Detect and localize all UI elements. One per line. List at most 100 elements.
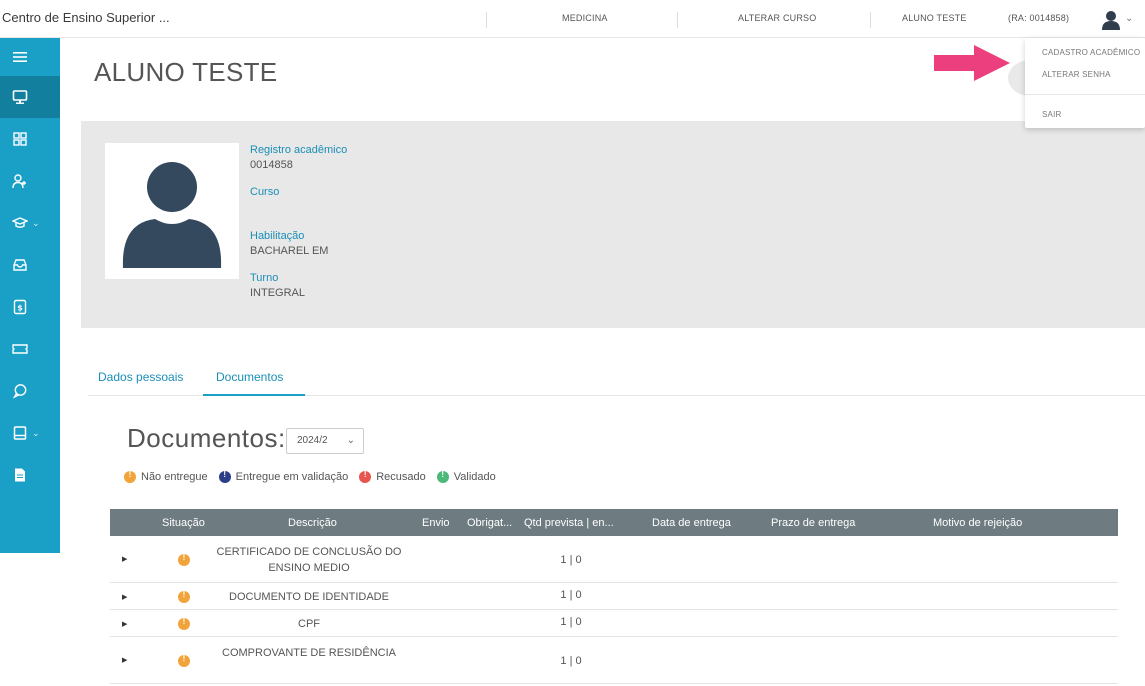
user-name: ALUNO TESTE xyxy=(902,13,967,23)
legend-label: Entregue em validação xyxy=(235,471,349,483)
book-icon xyxy=(13,426,27,440)
status-in-validation-icon xyxy=(218,470,231,483)
field-value: 0014858 xyxy=(250,159,293,171)
document-quantity: 1 | 0 xyxy=(560,616,582,628)
column-header[interactable]: Obrigat... xyxy=(467,517,512,529)
document-description: COMPROVANTE DE RESIDÊNCIA xyxy=(222,647,396,659)
column-header[interactable]: Prazo de entrega xyxy=(771,517,855,529)
chevron-down-icon: ⌄ xyxy=(32,217,40,228)
tab-dados-pessoais[interactable]: Dados pessoais xyxy=(98,370,183,384)
period-select[interactable]: 2024/2 ⌄ xyxy=(286,428,364,454)
field-curso: Curso xyxy=(250,186,279,201)
top-bar: Centro de Ensino Superior ... MEDICINA A… xyxy=(0,0,1145,38)
user-icon[interactable] xyxy=(1102,10,1120,30)
field-label: Habilitação xyxy=(250,230,305,242)
sidebar-item-library[interactable]: ⌄ xyxy=(0,412,60,454)
status-not-delivered-icon xyxy=(178,590,190,603)
sidebar-item-chat[interactable] xyxy=(0,370,60,412)
file-icon xyxy=(15,468,25,482)
change-course-link[interactable]: ALTERAR CURSO xyxy=(738,13,816,23)
expand-row-icon[interactable]: ▶ xyxy=(122,555,127,563)
menu-item-alterar-senha[interactable]: ALTERAR SENHA xyxy=(1042,70,1111,79)
chat-icon xyxy=(12,384,27,399)
table-row[interactable]: ▶ COMPROVANTE DE RESIDÊNCIA 1 | 0 xyxy=(110,637,1118,684)
document-quantity: 1 | 0 xyxy=(560,589,582,601)
sidebar-item-financial[interactable]: $ xyxy=(0,286,60,328)
column-header[interactable]: Qtd prevista | en... xyxy=(524,517,614,529)
sidebar-item-documents[interactable] xyxy=(0,454,60,496)
sidebar-item-tickets[interactable] xyxy=(0,328,60,370)
status-legend: Não entregue Entregue em validação Recus… xyxy=(124,470,496,483)
active-tab-indicator xyxy=(203,394,305,396)
sidebar-item-academic[interactable]: ⌄ xyxy=(0,202,60,244)
status-not-delivered-icon xyxy=(178,553,190,566)
expand-row-icon[interactable]: ▶ xyxy=(122,620,127,628)
dollar-icon: $ xyxy=(13,299,27,315)
arrow-annotation-icon xyxy=(934,45,1010,81)
column-header[interactable]: Envio xyxy=(422,517,450,529)
menu-icon xyxy=(13,52,27,62)
avatar-placeholder-icon xyxy=(122,162,222,268)
menu-item-sair[interactable]: SAIR xyxy=(1042,110,1061,119)
field-label: Turno xyxy=(250,272,279,284)
sidebar-item-dashboard[interactable] xyxy=(0,118,60,160)
chevron-down-icon: ⌄ xyxy=(346,435,355,446)
column-header[interactable]: Descrição xyxy=(288,517,337,529)
student-ra: (RA: 0014858) xyxy=(1008,13,1070,23)
avatar xyxy=(105,143,239,279)
document-quantity: 1 | 0 xyxy=(560,554,582,566)
sidebar: ⌄ $ ⌄ xyxy=(0,38,60,553)
status-refused-icon xyxy=(359,470,372,483)
column-header[interactable]: Situação xyxy=(162,517,205,529)
field-value: INTEGRAL xyxy=(250,287,306,299)
graduation-cap-icon xyxy=(12,217,28,228)
menu-divider xyxy=(1025,94,1145,95)
document-description: DOCUMENTO DE IDENTIDADE xyxy=(229,591,389,603)
legend-label: Não entregue xyxy=(141,471,208,483)
column-header[interactable]: Data de entrega xyxy=(652,517,731,529)
user-dropdown-menu: CADASTRO ACADÊMICO ALTERAR SENHA SAIR xyxy=(1025,38,1145,128)
chevron-down-icon[interactable]: ⌄ xyxy=(1125,13,1133,24)
table-row[interactable]: ▶ CPF 1 | 0 xyxy=(110,610,1118,637)
table-row[interactable]: ▶ CERTIFICADO DE CONCLUSÃO DO ENSINO MED… xyxy=(110,536,1118,583)
documents-heading: Documentos: xyxy=(127,423,286,453)
status-not-delivered-icon xyxy=(124,470,136,483)
table-header: Situação Descrição Envio Obrigat... Qtd … xyxy=(110,509,1118,536)
field-label: Registro acadêmico xyxy=(250,144,348,156)
status-not-delivered-icon xyxy=(178,617,190,630)
document-description: CERTIFICADO DE CONCLUSÃO DO ENSINO MEDIO xyxy=(216,546,402,574)
institution-name[interactable]: Centro de Ensino Superior ... xyxy=(2,10,170,25)
page-title: ALUNO TESTE xyxy=(94,57,278,87)
expand-row-icon[interactable]: ▶ xyxy=(122,593,127,601)
inbox-icon xyxy=(13,259,27,271)
chevron-down-icon: ⌄ xyxy=(32,427,40,438)
ticket-icon xyxy=(12,344,28,354)
divider xyxy=(677,12,678,28)
field-value: BACHAREL EM xyxy=(250,245,329,257)
course-name: MEDICINA xyxy=(562,13,608,23)
table-row[interactable]: ▶ DOCUMENTO DE IDENTIDADE 1 | 0 xyxy=(110,583,1118,610)
period-value: 2024/2 xyxy=(297,435,328,446)
field-registro: Registro acadêmico 0014858 xyxy=(250,144,347,171)
documents-table: Situação Descrição Envio Obrigat... Qtd … xyxy=(110,509,1118,684)
field-label: Curso xyxy=(250,186,280,198)
grid-icon xyxy=(13,132,27,146)
user-plus-icon xyxy=(12,174,26,189)
divider xyxy=(486,12,487,28)
field-turno: Turno INTEGRAL xyxy=(250,272,305,299)
expand-row-icon[interactable]: ▶ xyxy=(122,656,127,664)
legend-label: Validado xyxy=(453,471,496,483)
sidebar-item-home[interactable] xyxy=(0,76,60,118)
status-validated-icon xyxy=(436,470,449,483)
document-quantity: 1 | 0 xyxy=(560,655,582,667)
column-header[interactable]: Motivo de rejeição xyxy=(933,517,1022,529)
tab-documentos[interactable]: Documentos xyxy=(216,370,283,384)
tabs: Dados pessoais Documentos xyxy=(88,360,1145,396)
sidebar-menu-toggle[interactable] xyxy=(0,38,60,76)
document-description: CPF xyxy=(298,618,320,630)
svg-text:$: $ xyxy=(17,304,23,313)
sidebar-item-inbox[interactable] xyxy=(0,244,60,286)
profile-panel: Registro acadêmico 0014858 Curso Habilit… xyxy=(81,121,1145,328)
sidebar-item-users[interactable] xyxy=(0,160,60,202)
menu-item-cadastro[interactable]: CADASTRO ACADÊMICO xyxy=(1042,48,1140,57)
